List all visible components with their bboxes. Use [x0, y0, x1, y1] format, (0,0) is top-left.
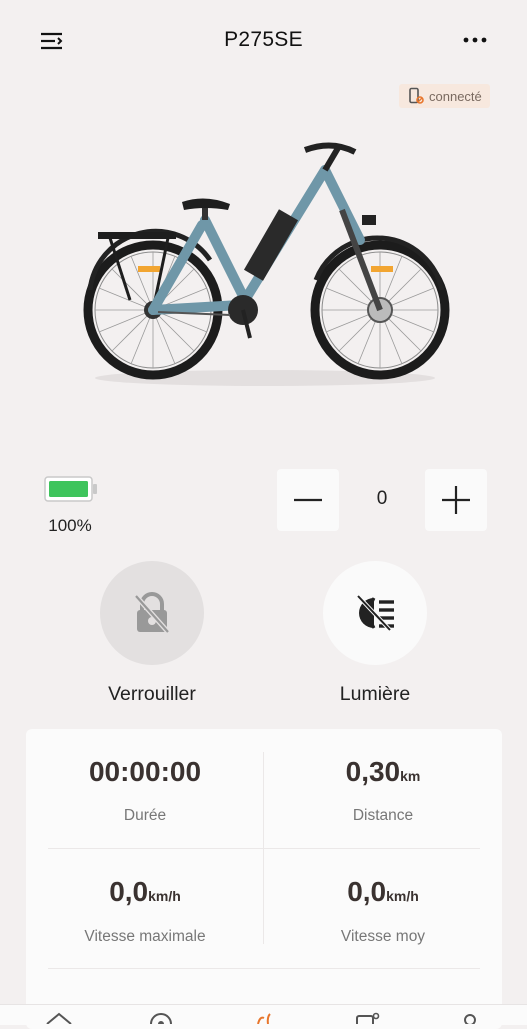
stats-divider-bottom	[48, 968, 480, 969]
avg-speed-number: 0,0	[347, 876, 387, 907]
home-icon[interactable]	[44, 1010, 74, 1025]
stats-divider-horizontal	[48, 848, 480, 849]
light-label: Lumière	[339, 683, 411, 705]
battery-icon	[44, 476, 98, 502]
avg-speed-value: 0,0km/h	[265, 876, 501, 908]
distance-number: 0,30	[345, 756, 401, 787]
lock-off-icon	[134, 592, 170, 634]
lock-button[interactable]	[100, 561, 204, 665]
max-speed-label: Vitesse maximale	[84, 928, 206, 945]
assist-minus-button[interactable]	[277, 469, 339, 531]
light-button[interactable]	[323, 561, 427, 665]
max-speed-value: 0,0km/h	[27, 876, 263, 908]
distance-value: 0,30km	[265, 756, 501, 788]
assist-level-value: 0	[376, 488, 388, 509]
headlight-icon	[356, 594, 394, 632]
page-title: P275SE	[224, 28, 303, 51]
avg-speed-unit: km/h	[386, 888, 419, 904]
plus-icon	[442, 486, 470, 514]
profile-icon[interactable]	[455, 1010, 485, 1026]
bike-image	[70, 130, 460, 400]
minus-icon	[294, 498, 322, 502]
phone-link-icon	[409, 87, 424, 104]
device-icon[interactable]	[352, 1010, 382, 1027]
connection-status: connecté	[429, 88, 482, 104]
max-speed-number: 0,0	[109, 876, 149, 907]
distance-unit: km	[400, 768, 421, 784]
ride-icon[interactable]	[250, 1010, 280, 1025]
location-icon[interactable]	[146, 1010, 176, 1029]
duration-number: 00:00:00	[88, 756, 202, 787]
battery-percent: 100%	[48, 516, 92, 535]
max-speed-unit: km/h	[148, 888, 181, 904]
distance-label: Distance	[352, 807, 414, 824]
more-dots-icon[interactable]	[460, 28, 492, 52]
menu-icon[interactable]	[38, 28, 66, 54]
battery-fill	[49, 481, 88, 497]
lock-label: Verrouiller	[108, 683, 196, 705]
duration-value: 00:00:00	[27, 756, 263, 788]
avg-speed-label: Vitesse moy	[340, 928, 426, 945]
duration-label: Durée	[123, 807, 167, 824]
connection-badge: connecté	[399, 84, 490, 108]
assist-plus-button[interactable]	[425, 469, 487, 531]
